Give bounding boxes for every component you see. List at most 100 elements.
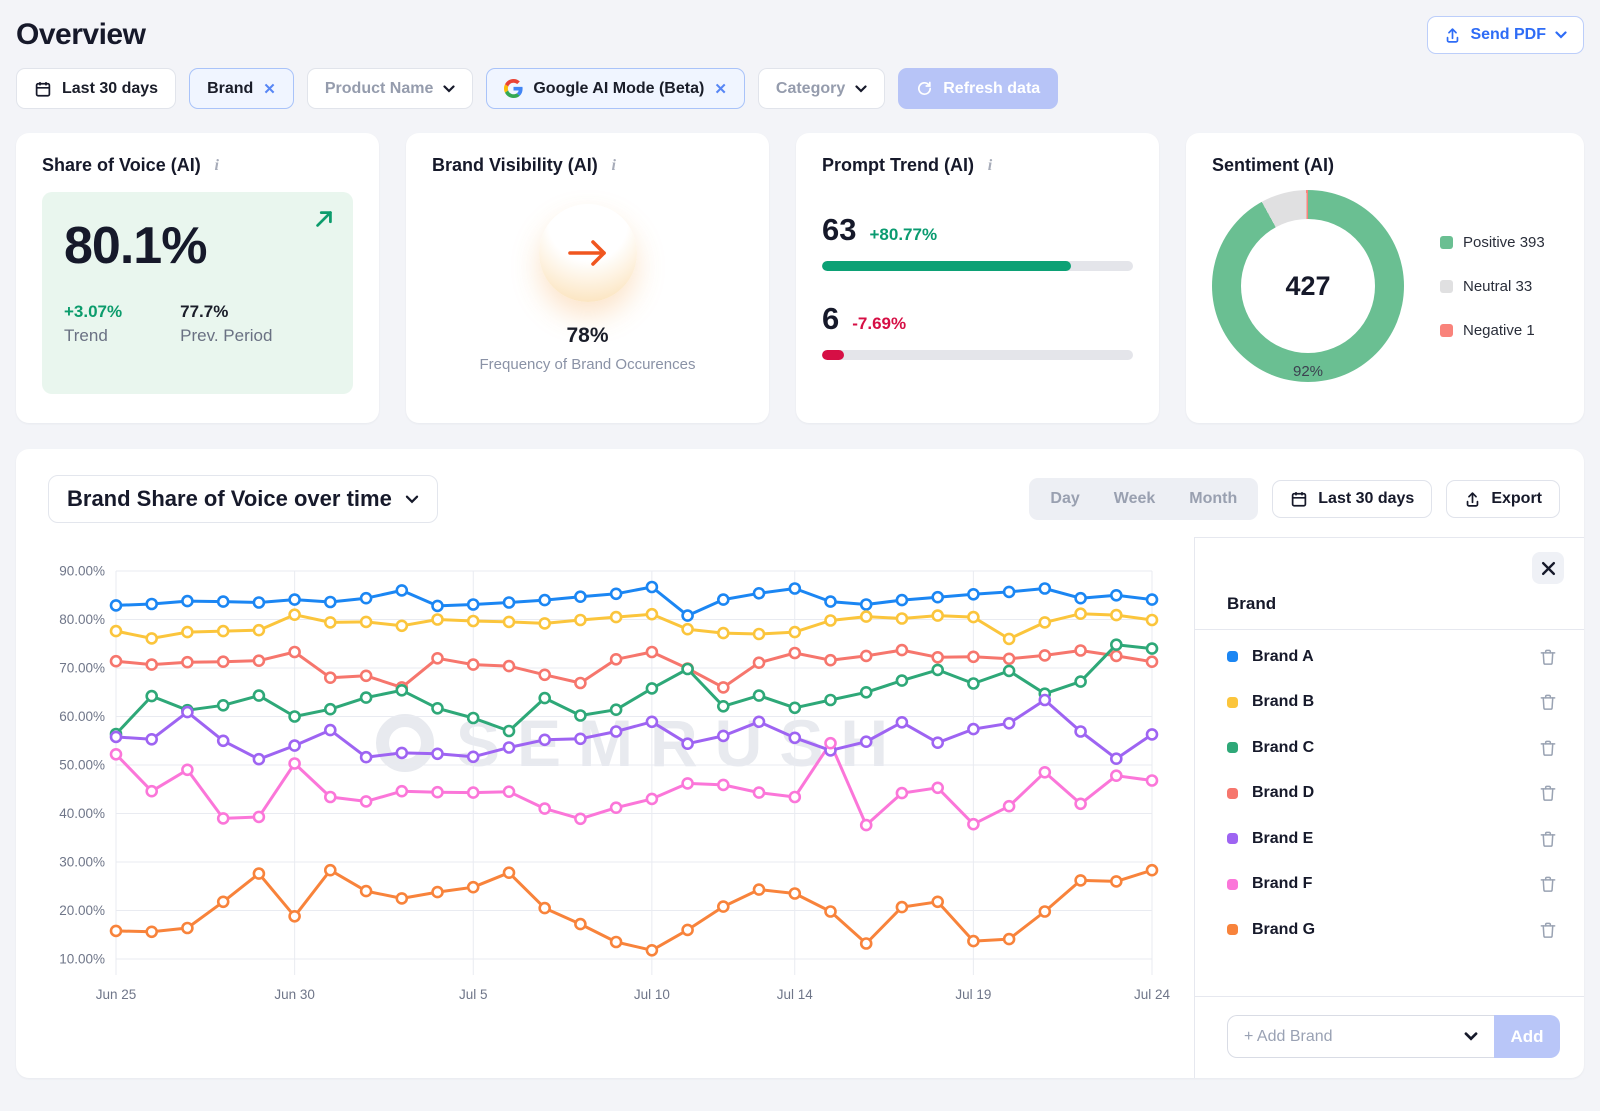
card-title: Sentiment (AI) [1212,155,1334,176]
calendar-icon [34,80,52,98]
date-range-filter[interactable]: Last 30 days [16,68,176,109]
chart-date-range-button[interactable]: Last 30 days [1272,480,1432,518]
svg-text:20.00%: 20.00% [59,903,105,918]
brand-label: Brand A [1252,648,1536,666]
visibility-gauge [539,204,637,302]
prompt-up-progress [822,261,1133,271]
svg-text:Jun 30: Jun 30 [274,987,315,1002]
delete-brand-button[interactable] [1536,918,1560,942]
delete-brand-button[interactable] [1536,827,1560,851]
brand-label: Brand F [1252,875,1536,893]
chevron-down-icon [1555,31,1567,39]
info-icon[interactable] [985,157,995,175]
page-header: Overview Send PDF [16,0,1584,66]
granularity-toggle: Day Week Month [1029,478,1258,520]
info-icon[interactable] [212,157,222,175]
chevron-down-icon [443,85,455,93]
svg-text:60.00%: 60.00% [59,709,105,724]
sentiment-legend-item: Negative 1 [1440,322,1558,339]
legend-color-swatch [1440,324,1453,337]
prompt-up-count: 63 [822,212,856,248]
chart-body: SEMRUSH 90.00%80.00%70.00%60.00%50.00%40… [16,537,1584,1078]
add-brand-placeholder: + Add Brand [1244,1028,1333,1046]
series-line-brand-e [116,700,1152,759]
delete-brand-button[interactable] [1536,781,1560,805]
brand-row: Brand A [1227,634,1560,680]
trend-delta: +3.07% [64,302,122,322]
delete-brand-button[interactable] [1536,690,1560,714]
brand-row: Brand E [1227,816,1560,862]
sov-over-time-card: Brand Share of Voice over time Day Week … [16,449,1584,1078]
trend-up-arrow-icon [313,208,335,235]
brand-color-dot [1227,651,1238,662]
sentiment-donut-chart: 427 92% [1212,190,1404,382]
send-pdf-button[interactable]: Send PDF [1427,16,1584,54]
ai-mode-filter-chip[interactable]: Google AI Mode (Beta) ✕ [486,68,745,109]
card-title: Brand Visibility (AI) [432,155,598,176]
brand-label: Brand C [1252,739,1536,757]
info-icon[interactable] [609,157,619,175]
refresh-data-button[interactable]: Refresh data [898,68,1058,109]
series-line-brand-b [116,614,1152,639]
brand-row: Brand B [1227,680,1560,726]
share-of-voice-card: Share of Voice (AI) 80.1% +3.07% Trend 7… [16,133,379,423]
remove-brand-filter-icon[interactable]: ✕ [263,80,276,98]
product-name-filter[interactable]: Product Name [307,68,473,109]
trend-label: Trend [64,326,122,346]
refresh-data-label: Refresh data [943,80,1040,98]
chart-metric-select[interactable]: Brand Share of Voice over time [48,475,438,523]
prompt-down-count: 6 [822,301,839,337]
brand-row: Brand C [1227,725,1560,771]
brand-panel: Brand Brand ABrand BBrand CBrand DBrand … [1194,537,1584,1078]
delete-brand-button[interactable] [1536,872,1560,896]
svg-text:Jul 14: Jul 14 [777,987,814,1002]
date-range-label: Last 30 days [62,80,158,98]
sentiment-legend: Positive 393 Neutral 33 Negative 1 [1440,234,1558,339]
prev-period-value: 77.7% [180,302,272,322]
granularity-week[interactable]: Week [1097,482,1173,516]
brand-chip-label: Brand [207,80,253,98]
arrow-right-icon [566,238,610,268]
close-panel-button[interactable] [1532,552,1564,584]
google-logo-icon [504,79,523,98]
granularity-month[interactable]: Month [1172,482,1254,516]
brand-label: Brand E [1252,830,1536,848]
svg-text:70.00%: 70.00% [59,661,105,676]
svg-text:Jul 19: Jul 19 [955,987,991,1002]
ai-mode-label: Google AI Mode (Beta) [533,80,704,98]
delete-brand-button[interactable] [1536,736,1560,760]
export-button[interactable]: Export [1446,480,1560,518]
svg-text:40.00%: 40.00% [59,806,105,821]
series-line-brand-d [116,650,1152,687]
granularity-day[interactable]: Day [1033,482,1096,516]
sentiment-legend-item: Neutral 33 [1440,278,1558,295]
visibility-value: 78% [566,324,608,348]
legend-label: Positive 393 [1463,234,1545,251]
sentiment-positive-pct-label: 92% [1212,363,1404,380]
delete-brand-button[interactable] [1536,645,1560,669]
category-filter[interactable]: Category [758,68,885,109]
svg-text:50.00%: 50.00% [59,758,105,773]
brand-color-dot [1227,833,1238,844]
brand-color-dot [1227,742,1238,753]
sentiment-card: Sentiment (AI) 427 92% Positive 393 Neutr… [1186,133,1584,423]
add-brand-button[interactable]: Add [1494,1015,1560,1058]
svg-text:Jul 24: Jul 24 [1134,987,1171,1002]
remove-ai-mode-filter-icon[interactable]: ✕ [714,80,727,98]
add-brand-select[interactable]: + Add Brand [1227,1015,1494,1058]
chevron-down-icon [1464,1032,1478,1041]
brand-row: Brand F [1227,862,1560,908]
overview-page: Overview Send PDF Last 30 days Brand ✕ P… [0,0,1600,1078]
share-of-voice-panel: 80.1% +3.07% Trend 77.7% Prev. Period [42,192,353,394]
brand-filter-chip[interactable]: Brand ✕ [189,68,294,109]
brand-label: Brand B [1252,693,1536,711]
chart-header: Brand Share of Voice over time Day Week … [16,449,1584,537]
sentiment-total: 427 [1285,271,1330,302]
svg-text:80.00%: 80.00% [59,612,105,627]
brand-row: Brand D [1227,771,1560,817]
refresh-icon [916,80,933,97]
share-of-voice-value: 80.1% [64,216,331,276]
export-label: Export [1491,490,1542,508]
brand-label: Brand D [1252,784,1536,802]
svg-text:10.00%: 10.00% [59,952,105,967]
